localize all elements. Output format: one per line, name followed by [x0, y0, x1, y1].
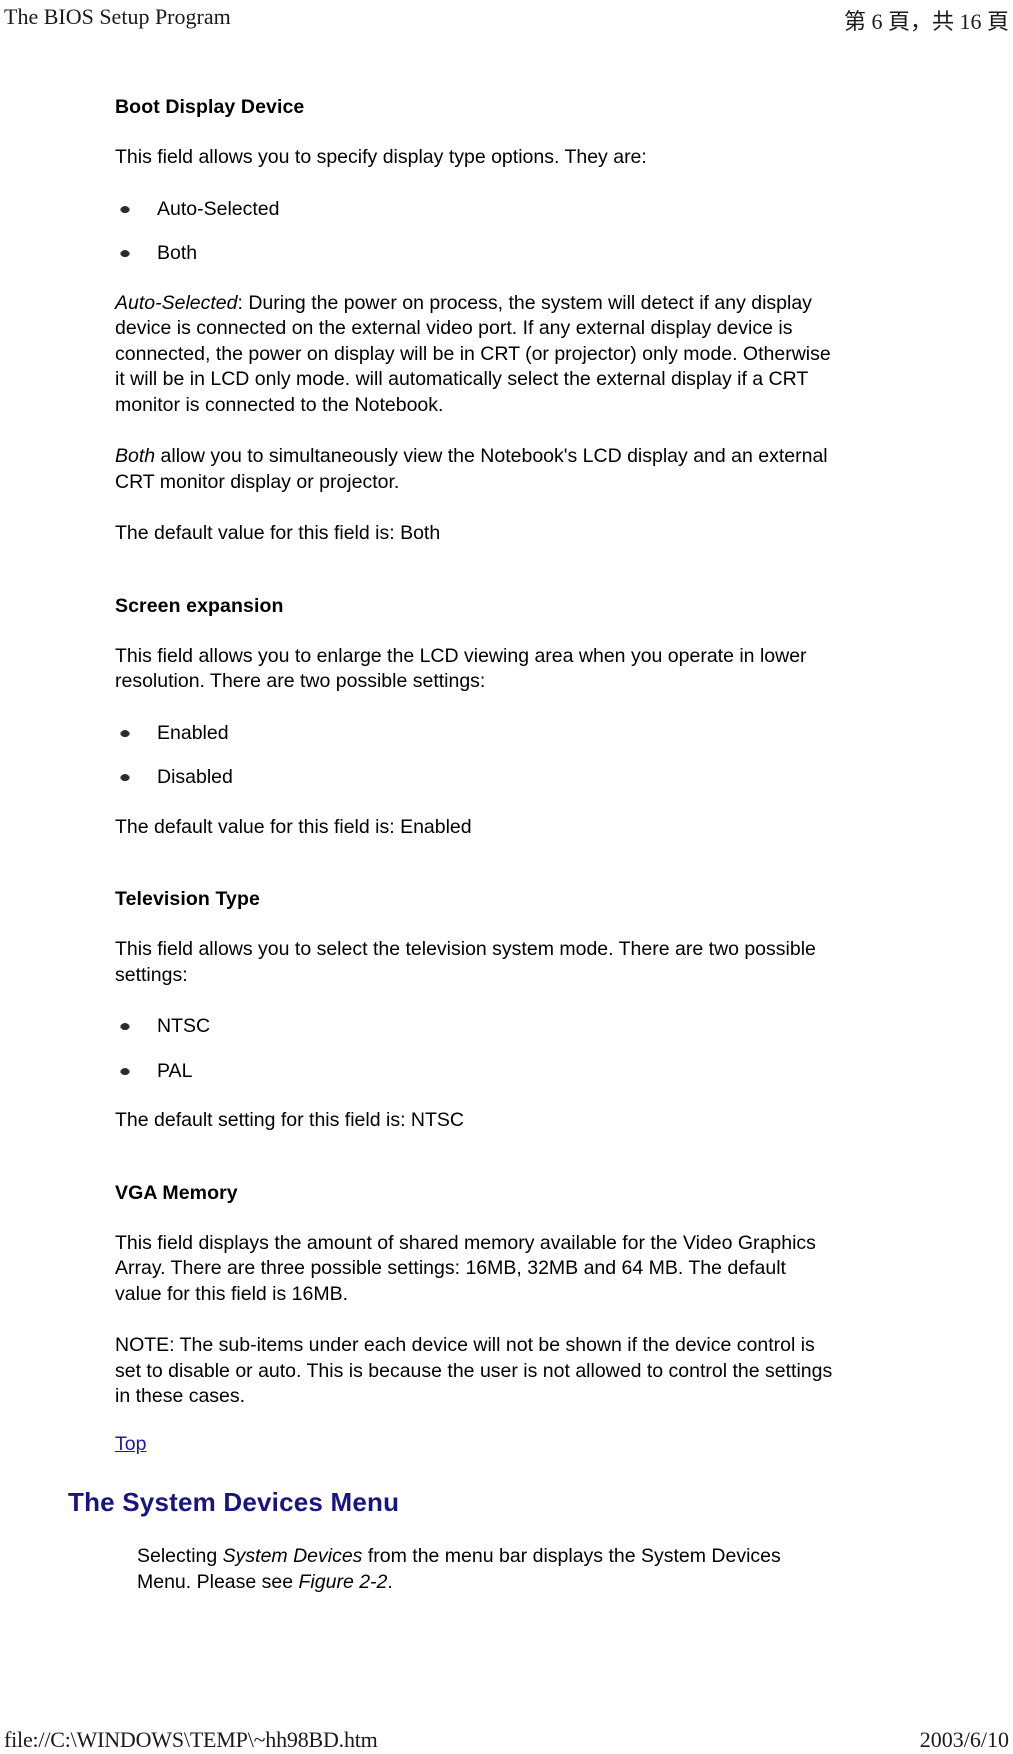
paragraph-vga-memory-note: NOTE: The sub-items under each device wi… [115, 1334, 833, 1407]
list-item: Disabled [115, 765, 833, 791]
heading-television-type: Television Type [115, 888, 260, 910]
text-both-description: allow you to simultaneously view the Not… [115, 445, 828, 493]
print-footer: file://C:\WINDOWS\TEMP\~hh98BD.htm 2003/… [0, 1727, 1013, 1753]
paragraph-boot-display-default: The default value for this field is: Bot… [115, 522, 441, 544]
bullet-icon [121, 729, 129, 737]
term-both: Both [115, 445, 156, 467]
term-system-devices: System Devices [222, 1545, 363, 1567]
top-link-container: Top [115, 1432, 833, 1458]
paragraph-screen-expansion-default: The default value for this field is: Ena… [115, 815, 472, 838]
paragraph-television-type-intro: This field allows you to select the tele… [115, 938, 816, 986]
section-vga-memory: VGA Memory This field displays the amoun… [115, 1182, 833, 1458]
list-item: PAL [115, 1059, 833, 1085]
heading-vga-memory: VGA Memory [115, 1181, 238, 1204]
list-item: Auto-Selected [115, 197, 833, 223]
print-header-title: The BIOS Setup Program [4, 4, 231, 29]
term-figure-reference: Figure 2-2 [298, 1570, 388, 1593]
paragraph-boot-display-intro: This field allows you to specify display… [115, 146, 647, 168]
list-item-label: PAL [157, 1059, 193, 1082]
paragraph-system-devices-intro: Selecting System Devices from the menu b… [137, 1544, 837, 1595]
list-television-type-options: NTSC PAL [115, 1014, 833, 1084]
paragraph-auto-selected-description: Auto-Selected: During the power on proce… [115, 291, 833, 419]
list-item: Enabled [115, 721, 833, 747]
bullet-icon [121, 205, 129, 213]
paragraph-television-type-default: The default setting for this field is: N… [115, 1109, 464, 1131]
list-item: Both [115, 241, 833, 267]
top-link[interactable]: Top [115, 1433, 146, 1455]
section-screen-expansion: Screen expansion This field allows you t… [115, 595, 833, 841]
list-screen-expansion-options: Enabled Disabled [115, 721, 833, 791]
list-item: NTSC [115, 1014, 833, 1040]
paragraph-both-description: Both allow you to simultaneously view th… [115, 444, 833, 495]
section-system-devices-intro: Selecting System Devices from the menu b… [137, 1544, 837, 1595]
text-selecting-prefix: Selecting [137, 1545, 223, 1567]
heading-system-devices-menu: The System Devices Menu [68, 1487, 400, 1517]
heading-boot-display-device: Boot Display Device [115, 96, 305, 118]
print-header: The BIOS Setup Program 第 6 頁，共 16 頁 [0, 4, 1013, 36]
list-item-label: Disabled [157, 766, 233, 788]
list-item-label: Auto-Selected [157, 197, 280, 220]
text-selecting-suffix: . [387, 1570, 393, 1593]
print-footer-file-path: file://C:\WINDOWS\TEMP\~hh98BD.htm [4, 1727, 378, 1752]
bullet-icon [121, 1023, 129, 1030]
print-header-page-indicator: 第 6 頁，共 16 頁 [843, 9, 1009, 34]
list-item-label: NTSC [157, 1015, 211, 1037]
list-item-label: Both [157, 242, 198, 264]
paragraph-vga-memory-body: This field displays the amount of shared… [115, 1231, 816, 1305]
paragraph-screen-expansion-intro: This field allows you to enlarge the LCD… [115, 644, 807, 693]
heading-screen-expansion: Screen expansion [115, 594, 284, 617]
document-body: Boot Display Device This field allows yo… [0, 96, 1013, 1595]
bullet-icon [121, 250, 129, 257]
bullet-icon [121, 774, 129, 781]
print-footer-date: 2003/6/10 [919, 1727, 1009, 1752]
term-auto-selected: Auto-Selected [115, 291, 238, 314]
bullet-icon [121, 1067, 129, 1075]
list-boot-display-options: Auto-Selected Both [115, 197, 833, 267]
list-item-label: Enabled [157, 721, 229, 744]
section-boot-display-device: Boot Display Device This field allows yo… [115, 96, 833, 547]
section-television-type: Television Type This field allows you to… [115, 888, 833, 1134]
